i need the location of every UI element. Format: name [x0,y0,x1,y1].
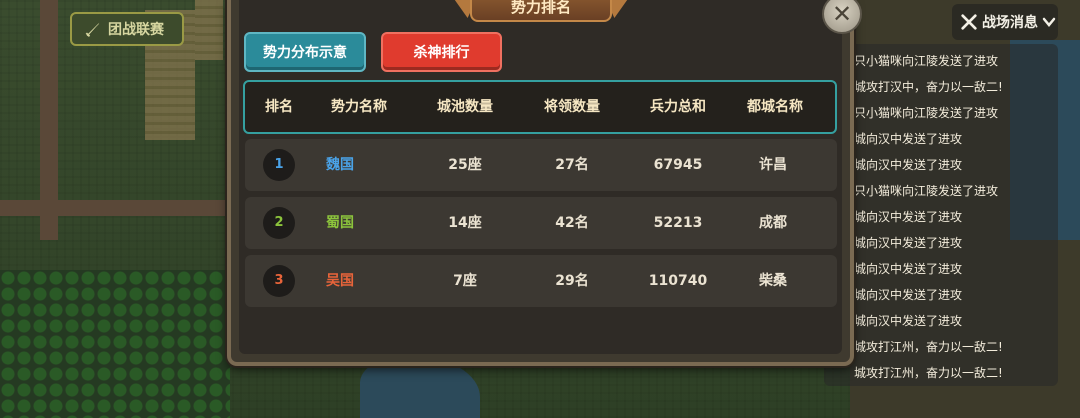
battle-log-line: 只小猫咪向江陵发送了进攻 [854,54,999,68]
general-count: 42名 [555,215,589,231]
capital-name: 成都 [759,215,787,231]
battle-log-line: 城向汉中发送了进攻 [854,262,963,276]
battle-log-line: 城向汉中发送了进攻 [854,236,963,250]
troop-total: 67945 [653,157,703,173]
city-count: 25座 [448,157,482,173]
capital-name: 许昌 [759,157,787,173]
battle-news-label: 战场消息 [982,15,1038,31]
battle-log-line: 只小猫咪向江陵发送了进攻 [854,106,999,120]
table-row[interactable]: 2 蜀国 14座 42名 52213 成都 [245,197,837,249]
crossed-swords-icon [961,14,977,30]
team-battle-button[interactable]: 团战联赛 [70,12,184,46]
faction-name: 吴国 [326,273,354,289]
column-header-cities: 城池数量 [437,99,493,115]
column-header-faction: 势力名称 [331,99,387,115]
troop-total: 52213 [653,215,703,231]
battle-log-panel[interactable]: 只小猫咪向江陵发送了进攻 城攻打汉中，奋力以一敌二! 只小猫咪向江陵发送了进攻 城向汉… [824,44,1058,386]
battle-log-line: 城攻打江州，奋力以一敌二! [854,340,1003,354]
faction-name: 蜀国 [326,215,354,231]
team-battle-label: 团战联赛 [108,22,164,38]
battle-log-line: 城攻打江州，奋力以一敌二! [854,366,1003,380]
battle-log-line: 城攻打汉中，奋力以一敌二! [854,80,1003,94]
general-count: 27名 [555,157,589,173]
rank-badge: 2 [263,207,295,239]
tab-faction-distribution[interactable]: 势力分布示意 [244,32,366,72]
battle-log-line: 城向汉中发送了进攻 [854,158,963,172]
battle-log-line: 只小猫咪向江陵发送了进攻 [854,184,999,198]
general-count: 29名 [555,273,589,289]
rank-badge: 1 [263,149,295,181]
table-row[interactable]: 1 魏国 25座 27名 67945 许昌 [245,139,837,191]
column-header-capital: 都城名称 [747,99,803,115]
map-forest [0,270,230,418]
battle-log-line: 城向汉中发送了进攻 [854,132,963,146]
battle-log-line: 城向汉中发送了进攻 [854,288,963,302]
battle-news-button[interactable]: 战场消息 [952,4,1058,40]
panel-title: 势力排名 [470,0,612,22]
city-count: 7座 [453,273,477,289]
tab-kill-ranking[interactable]: 杀神排行 [381,32,502,72]
chevron-down-icon [1042,17,1056,27]
rank-badge: 3 [263,265,295,297]
close-icon: ✕ [831,0,853,28]
map-farmland [195,0,223,60]
city-count: 14座 [448,215,482,231]
battle-log-line: 城向汉中发送了进攻 [854,210,963,224]
faction-name: 魏国 [326,157,354,173]
sword-icon [85,22,100,37]
column-header-rank: 排名 [265,99,293,115]
column-header-troops: 兵力总和 [650,99,706,115]
table-row[interactable]: 3 吴国 7座 29名 110740 柴桑 [245,255,837,307]
battle-log-line: 城向汉中发送了进攻 [854,314,963,328]
column-header-generals: 将领数量 [544,99,600,115]
troop-total: 110740 [648,273,708,289]
table-header: 排名 势力名称 城池数量 将领数量 兵力总和 都城名称 [243,80,837,134]
tab-faction-distribution-label: 势力分布示意 [263,45,347,61]
tab-kill-ranking-label: 杀神排行 [413,45,470,61]
capital-name: 柴桑 [759,273,787,289]
map-road [0,200,240,216]
